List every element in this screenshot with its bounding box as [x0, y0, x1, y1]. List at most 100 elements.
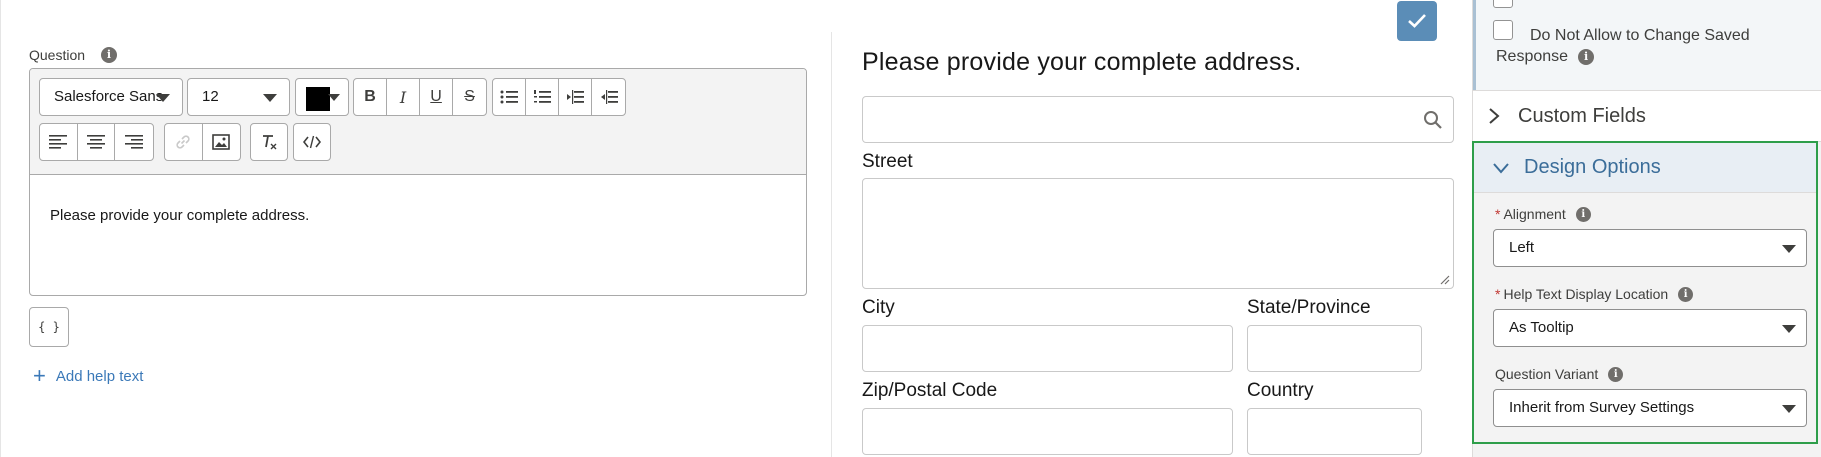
- link-icon: [176, 135, 190, 149]
- image-icon: [212, 134, 231, 150]
- settings-panel: Do Not Allow to Change Saved Response i …: [1472, 0, 1821, 457]
- question-preview: Please provide your complete address. St…: [832, 0, 1472, 457]
- confirm-button[interactable]: [1397, 1, 1437, 41]
- question-variant-label-text: Question Variant: [1495, 366, 1599, 382]
- preview-question-title: Please provide your complete address.: [862, 48, 1302, 76]
- font-family-select[interactable]: Salesforce Sans: [39, 78, 183, 116]
- align-center-button[interactable]: [78, 124, 116, 160]
- response-options-section: Do Not Allow to Change Saved Response i: [1473, 0, 1821, 90]
- question-editor-panel: Question i Salesforce Sans 12 B I U S Pl…: [0, 0, 832, 457]
- insert-button-group: [164, 123, 241, 161]
- alignment-value: Left: [1509, 239, 1535, 256]
- do-not-allow-change-checkbox[interactable]: [1493, 20, 1513, 40]
- chevron-down-icon: [1782, 325, 1796, 333]
- font-family-value: Salesforce Sans: [54, 88, 164, 105]
- format-button-group: B I U S: [353, 78, 487, 116]
- street-textarea[interactable]: [862, 178, 1454, 289]
- required-mark: *: [1495, 286, 1501, 302]
- zip-postal-label: Zip/Postal Code: [862, 380, 998, 401]
- align-right-button[interactable]: [115, 124, 153, 160]
- font-size-value: 12: [202, 88, 219, 105]
- help-text-location-label-text: Help Text Display Location: [1503, 286, 1669, 302]
- outdent-icon: [600, 90, 618, 104]
- country-input[interactable]: [1247, 408, 1422, 455]
- italic-button[interactable]: I: [387, 79, 421, 115]
- address-search-input[interactable]: [862, 96, 1454, 143]
- bold-button[interactable]: B: [354, 79, 388, 115]
- strikethrough-button[interactable]: S: [453, 79, 486, 115]
- bold-icon: B: [364, 88, 376, 105]
- street-label: Street: [862, 151, 913, 172]
- add-help-text-link[interactable]: + Add help text: [33, 363, 144, 388]
- help-text-location-label: * Help Text Display Location i: [1495, 286, 1694, 302]
- info-icon[interactable]: i: [101, 47, 117, 63]
- design-options-header[interactable]: Design Options: [1474, 143, 1816, 193]
- numbered-list-icon: [534, 90, 552, 103]
- code-icon: [303, 135, 321, 149]
- resize-handle-icon[interactable]: [1440, 275, 1450, 285]
- chevron-down-icon: [328, 94, 340, 101]
- indent-button[interactable]: [559, 79, 593, 115]
- link-button[interactable]: [165, 124, 203, 160]
- clear-formatting-button[interactable]: [250, 123, 288, 161]
- strikethrough-icon: S: [464, 88, 475, 105]
- design-options-section: Design Options * Alignment i Left * Help…: [1472, 141, 1818, 444]
- state-province-label: State/Province: [1247, 297, 1371, 318]
- chevron-down-icon: [1493, 162, 1509, 174]
- underline-button[interactable]: U: [420, 79, 454, 115]
- do-not-allow-change-label-cont: Response i: [1496, 48, 1595, 66]
- numbered-list-button[interactable]: [526, 79, 560, 115]
- chevron-down-icon: [1782, 245, 1796, 253]
- alignment-label: * Alignment i: [1495, 206, 1591, 222]
- italic-icon: I: [399, 87, 407, 107]
- bullet-list-icon: [500, 90, 519, 104]
- align-left-icon: [49, 135, 68, 149]
- add-help-text-label: Add help text: [55, 367, 144, 385]
- chevron-right-icon: [1489, 108, 1500, 124]
- rte-toolbar: Salesforce Sans 12 B I U S: [30, 69, 806, 175]
- state-province-input[interactable]: [1247, 325, 1422, 372]
- color-swatch: [306, 87, 330, 111]
- source-code-button[interactable]: [293, 123, 331, 161]
- clear-format-icon: [263, 135, 277, 150]
- text-color-picker[interactable]: [295, 78, 349, 116]
- info-icon[interactable]: i: [1578, 49, 1595, 65]
- question-variant-label: Question Variant i: [1495, 366, 1624, 382]
- question-variant-select[interactable]: Inherit from Survey Settings: [1493, 389, 1807, 427]
- list-button-group: [492, 78, 626, 116]
- info-icon[interactable]: i: [1608, 366, 1624, 382]
- align-left-button[interactable]: [40, 124, 78, 160]
- design-options-title: Design Options: [1524, 156, 1661, 178]
- city-label: City: [862, 297, 895, 318]
- rte-content-area[interactable]: Please provide your complete address.: [50, 207, 309, 224]
- info-icon[interactable]: i: [1575, 206, 1591, 222]
- hidden-option-checkbox[interactable]: [1493, 0, 1513, 8]
- insert-image-button[interactable]: [203, 124, 241, 160]
- font-size-select[interactable]: 12: [187, 78, 290, 116]
- plus-icon: +: [33, 363, 46, 388]
- indent-icon: [567, 90, 585, 104]
- custom-fields-title: Custom Fields: [1518, 104, 1646, 127]
- do-not-allow-change-label: Do Not Allow to Change Saved: [1530, 27, 1750, 44]
- custom-fields-section-header[interactable]: Custom Fields: [1473, 90, 1821, 142]
- alignment-label-text: Alignment: [1503, 206, 1566, 222]
- align-center-icon: [87, 135, 105, 149]
- rich-text-editor: Salesforce Sans 12 B I U S Please provid…: [29, 68, 807, 296]
- question-label-text: Question: [29, 47, 86, 63]
- align-right-icon: [125, 135, 144, 149]
- checkmark-icon: [1408, 14, 1426, 28]
- chevron-down-icon: [1782, 405, 1796, 413]
- chevron-down-icon: [156, 94, 170, 102]
- outdent-button[interactable]: [592, 79, 625, 115]
- alignment-select[interactable]: Left: [1493, 229, 1807, 267]
- city-input[interactable]: [862, 325, 1233, 372]
- bullet-list-button[interactable]: [493, 79, 527, 115]
- search-icon: [1424, 111, 1442, 129]
- help-text-location-value: As Tooltip: [1509, 319, 1574, 336]
- merge-field-button[interactable]: { }: [29, 307, 69, 347]
- question-variant-value: Inherit from Survey Settings: [1509, 399, 1695, 416]
- zip-postal-input[interactable]: [862, 408, 1233, 455]
- help-text-location-select[interactable]: As Tooltip: [1493, 309, 1807, 347]
- info-icon[interactable]: i: [1678, 286, 1694, 302]
- response-text: Response: [1496, 48, 1569, 65]
